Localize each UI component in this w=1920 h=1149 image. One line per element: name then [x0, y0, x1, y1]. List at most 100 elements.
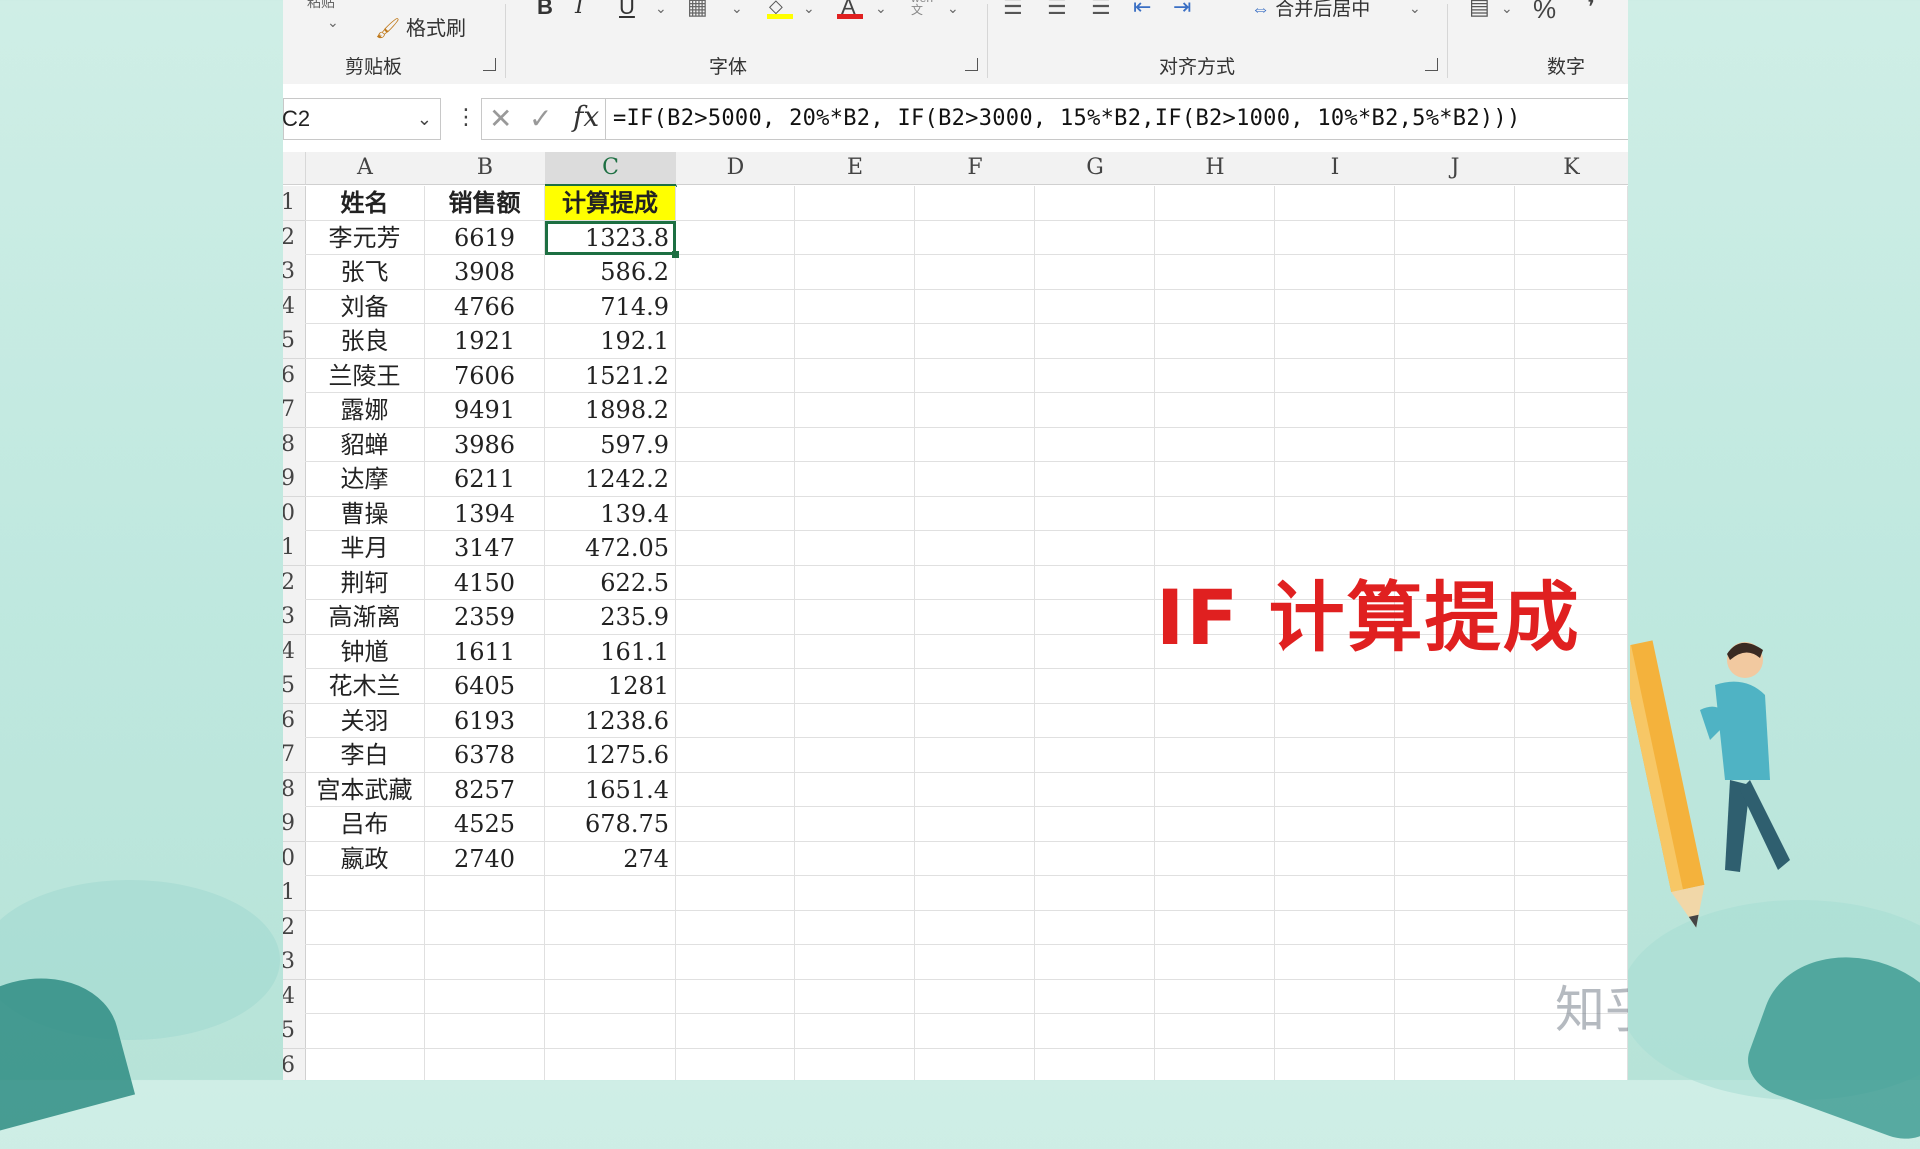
empty-cell[interactable] [1155, 945, 1275, 980]
table-cell[interactable]: 1611 [425, 634, 545, 669]
chevron-down-icon[interactable]: ⌄ [417, 99, 432, 139]
row-header[interactable]: 5 [283, 669, 306, 704]
row-header[interactable]: 2 [283, 910, 306, 946]
empty-cell[interactable] [795, 393, 915, 428]
table-cell[interactable]: 1651.4 [545, 772, 676, 807]
empty-cell[interactable] [425, 945, 545, 980]
empty-cell[interactable] [1155, 1048, 1275, 1080]
empty-cell[interactable] [795, 703, 915, 738]
empty-cell[interactable] [795, 358, 915, 393]
empty-cell[interactable] [915, 876, 1035, 911]
empty-cell[interactable] [1035, 738, 1155, 773]
empty-cell[interactable] [1275, 807, 1395, 842]
table-cell[interactable]: 7606 [425, 358, 545, 393]
row-header[interactable]: 5 [283, 324, 306, 359]
empty-cell[interactable] [795, 807, 915, 842]
table-cell[interactable]: 宫本武藏 [305, 772, 425, 807]
empty-cell[interactable] [1275, 462, 1395, 497]
paste-button[interactable]: 粘贴 [307, 0, 335, 12]
empty-cell[interactable] [676, 841, 795, 876]
empty-cell[interactable] [1395, 876, 1515, 911]
column-header-h[interactable]: H [1155, 152, 1276, 185]
empty-cell[interactable] [425, 910, 545, 945]
table-cell[interactable]: 274 [545, 841, 676, 876]
empty-cell[interactable] [915, 531, 1035, 566]
empty-cell[interactable] [1515, 393, 1628, 428]
empty-cell[interactable] [676, 634, 795, 669]
decrease-indent-icon[interactable]: ⇤ [1133, 0, 1151, 20]
row-header[interactable]: 3 [283, 945, 306, 980]
empty-cell[interactable] [676, 876, 795, 911]
empty-cell[interactable] [1035, 945, 1155, 980]
column-header-d[interactable]: D [676, 152, 796, 185]
table-cell[interactable]: 235.9 [545, 600, 676, 635]
number-format-icon[interactable]: ▤ [1469, 0, 1490, 20]
empty-cell[interactable] [1395, 807, 1515, 842]
empty-cell[interactable] [1395, 945, 1515, 980]
empty-cell[interactable] [305, 876, 425, 911]
empty-cell[interactable] [915, 186, 1035, 221]
empty-cell[interactable] [1155, 669, 1275, 704]
empty-cell[interactable] [1515, 462, 1628, 497]
column-header-a[interactable]: A [305, 152, 426, 185]
empty-cell[interactable] [795, 220, 915, 255]
empty-cell[interactable] [545, 1048, 676, 1080]
empty-cell[interactable] [676, 738, 795, 773]
empty-cell[interactable] [1155, 220, 1275, 255]
empty-cell[interactable] [1515, 703, 1628, 738]
empty-cell[interactable] [1155, 427, 1275, 462]
phonetic-dropdown-chevron-icon[interactable]: ⌄ [947, 0, 959, 17]
column-header-i[interactable]: I [1275, 152, 1396, 185]
empty-cell[interactable] [425, 1048, 545, 1080]
table-cell[interactable]: 刘备 [305, 289, 425, 324]
empty-cell[interactable] [1515, 289, 1628, 324]
empty-cell[interactable] [676, 979, 795, 1014]
empty-cell[interactable] [1275, 703, 1395, 738]
row-header[interactable]: 9 [283, 462, 306, 497]
empty-cell[interactable] [915, 220, 1035, 255]
column-header-e[interactable]: E [795, 152, 916, 185]
empty-cell[interactable] [1395, 220, 1515, 255]
empty-cell[interactable] [1395, 496, 1515, 531]
row-header[interactable]: 1 [283, 531, 306, 566]
empty-cell[interactable] [676, 703, 795, 738]
empty-cell[interactable] [1275, 186, 1395, 221]
empty-cell[interactable] [915, 358, 1035, 393]
border-icon[interactable]: ▦ [687, 0, 708, 20]
table-cell[interactable]: 1921 [425, 324, 545, 359]
empty-cell[interactable] [915, 945, 1035, 980]
row-header[interactable]: 9 [283, 807, 306, 842]
table-cell[interactable]: 1242.2 [545, 462, 676, 497]
table-cell[interactable]: 714.9 [545, 289, 676, 324]
row-header[interactable]: 3 [283, 255, 306, 290]
empty-cell[interactable] [1275, 979, 1395, 1014]
table-cell[interactable]: 1281 [545, 669, 676, 704]
empty-cell[interactable] [795, 876, 915, 911]
formula-input[interactable]: =IF(B2>5000, 20%*B2, IF(B2>3000, 15%*B2,… [613, 106, 1521, 131]
row-header[interactable]: 7 [283, 738, 306, 773]
table-cell[interactable]: 1275.6 [545, 738, 676, 773]
empty-cell[interactable] [1395, 1014, 1515, 1049]
table-cell[interactable]: 9491 [425, 393, 545, 428]
table-cell[interactable]: 139.4 [545, 496, 676, 531]
row-header[interactable]: 6 [283, 703, 306, 739]
empty-cell[interactable] [795, 738, 915, 773]
column-header-b[interactable]: B [425, 152, 546, 185]
empty-cell[interactable] [915, 600, 1035, 635]
empty-cell[interactable] [1035, 876, 1155, 911]
empty-cell[interactable] [915, 255, 1035, 290]
table-cell[interactable]: 192.1 [545, 324, 676, 359]
empty-cell[interactable] [1155, 393, 1275, 428]
empty-cell[interactable] [1395, 255, 1515, 290]
empty-cell[interactable] [1395, 910, 1515, 945]
column-header-f[interactable]: F [915, 152, 1036, 185]
name-box[interactable]: C2 ⌄ [283, 98, 441, 140]
empty-cell[interactable] [795, 841, 915, 876]
percent-style-button[interactable]: % [1533, 0, 1556, 25]
insert-function-icon[interactable]: fx [573, 100, 599, 133]
empty-cell[interactable] [915, 703, 1035, 738]
table-cell[interactable]: 关羽 [305, 703, 425, 738]
empty-cell[interactable] [1155, 496, 1275, 531]
column-header-j[interactable]: J [1395, 152, 1516, 185]
row-header[interactable]: 6 [283, 358, 306, 394]
